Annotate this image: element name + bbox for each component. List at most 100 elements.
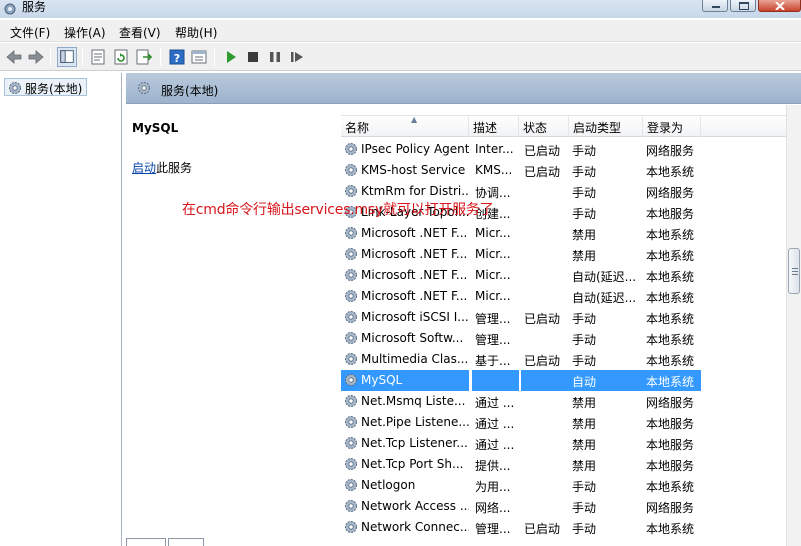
column-header-logon-as[interactable]: 登录为 (643, 116, 701, 137)
column-label: 名称 (345, 121, 370, 135)
menu-action[interactable]: 操作(A) (64, 24, 106, 41)
window-title: 服务 (22, 0, 47, 14)
service-status (521, 265, 571, 286)
minimize-button[interactable] (702, 0, 728, 12)
menu-view[interactable]: 查看(V) (119, 24, 161, 41)
menu-file[interactable]: 文件(F) (10, 24, 50, 41)
refresh-icon[interactable] (111, 47, 131, 67)
service-logon-as: 网络服务 (646, 396, 695, 410)
maximize-button[interactable] (730, 0, 756, 12)
service-row[interactable]: Net.Pipe Listene... 通过 ... 禁用 本地服务 (341, 412, 786, 433)
service-name: Network Connec... (361, 520, 469, 534)
service-row[interactable]: Net.Tcp Listener... 通过 ... 禁用 本地服务 (341, 433, 786, 454)
service-name-cell: Multimedia Clas... (341, 349, 469, 370)
close-button[interactable] (758, 0, 801, 12)
service-gear-icon (343, 141, 359, 160)
service-status (521, 328, 571, 349)
service-startup-type: 自动(延迟... (572, 291, 637, 305)
service-description: 提供... (475, 459, 511, 473)
service-row[interactable]: Microsoft .NET F... Micr... 自动(延迟... 本地系统 (341, 286, 786, 307)
back-icon[interactable] (4, 47, 24, 67)
service-startup-type: 手动 (572, 480, 597, 494)
service-description: KMS... (475, 163, 513, 177)
scrollbar-grip (792, 271, 798, 272)
column-label: 启动类型 (573, 121, 622, 135)
service-gear-icon (343, 267, 359, 286)
column-header-description[interactable]: 描述 (469, 116, 519, 137)
service-row[interactable]: Net.Msmq Liste... 通过 ... 禁用 网络服务 (341, 391, 786, 412)
service-row[interactable]: Netlogon 为用... 手动 本地系统 (341, 475, 786, 496)
service-name-cell: Microsoft .NET F... (341, 244, 469, 265)
service-gear-icon (343, 456, 359, 475)
service-row[interactable]: Microsoft Softw... 管理... 手动 本地系统 (341, 328, 786, 349)
service-status (521, 181, 571, 202)
service-description: Micr... (475, 226, 511, 240)
service-row[interactable]: Multimedia Clas... 基于... 已启动 手动 本地系统 (341, 349, 786, 370)
service-description-panel: MySQL 启动此服务 (126, 105, 331, 546)
service-description: 通过 ... (475, 396, 515, 410)
properties-icon[interactable] (88, 47, 108, 67)
service-name-cell: IPsec Policy Agent (341, 139, 469, 160)
service-gear-icon (343, 393, 359, 412)
service-gear-icon (343, 519, 359, 538)
service-name: Microsoft Softw... (361, 331, 464, 345)
service-row[interactable]: Network Connec... 管理... 已启动 手动 本地系统 (341, 517, 786, 538)
view-icon[interactable] (189, 47, 209, 67)
column-header-startup-type[interactable]: 启动类型 (569, 116, 643, 137)
tab-standard[interactable] (168, 538, 204, 546)
stop-service-icon[interactable] (243, 47, 263, 67)
service-row[interactable]: MySQL 自动 本地系统 (341, 370, 786, 391)
service-status (521, 412, 571, 433)
restart-service-icon[interactable] (287, 47, 307, 67)
service-description: Micr... (475, 247, 511, 261)
tab-extended[interactable] (126, 538, 166, 546)
tree-item-services-local[interactable]: 服务(本地) (4, 78, 88, 96)
help-icon[interactable]: ? (167, 47, 187, 67)
service-startup-type: 手动 (572, 522, 597, 536)
service-gear-icon (343, 435, 359, 454)
service-startup-type: 禁用 (572, 228, 597, 242)
service-row[interactable]: Microsoft .NET F... Micr... 禁用 本地系统 (341, 223, 786, 244)
service-row[interactable]: KMS-host Service KMS... 已启动 手动 本地系统 (341, 160, 786, 181)
column-header-status[interactable]: 状态 (519, 116, 569, 137)
service-status: 已启动 (524, 522, 561, 536)
service-startup-type: 手动 (572, 207, 597, 221)
forward-icon[interactable] (26, 47, 46, 67)
service-name: KtmRm for Distri... (361, 184, 469, 198)
service-name-cell: Netlogon (341, 475, 469, 496)
service-name: Microsoft .NET F... (361, 226, 468, 240)
service-logon-as: 本地系统 (646, 291, 695, 305)
service-row[interactable]: Microsoft .NET F... Micr... 自动(延迟... 本地系统 (341, 265, 786, 286)
service-description: Micr... (475, 289, 511, 303)
column-header-name[interactable]: ▲ 名称 (341, 115, 469, 137)
gear-icon (9, 82, 21, 94)
start-service-suffix: 此服务 (156, 161, 193, 175)
service-logon-as: 本地服务 (646, 417, 695, 431)
start-service-link[interactable]: 启动 (132, 161, 156, 175)
menu-help[interactable]: 帮助(H) (175, 24, 217, 41)
service-description: 通过 ... (475, 417, 515, 431)
pause-service-icon[interactable] (265, 47, 285, 67)
toolbar-separator (82, 48, 83, 66)
service-description: 通过 ... (475, 438, 515, 452)
service-startup-type: 手动 (572, 501, 597, 515)
start-service-icon[interactable] (221, 47, 241, 67)
service-row[interactable]: Net.Tcp Port Sh... 提供... 禁用 本地服务 (341, 454, 786, 475)
service-status (521, 244, 571, 265)
service-startup-type: 禁用 (572, 396, 597, 410)
service-gear-icon (343, 162, 359, 181)
service-name-cell: Microsoft .NET F... (341, 286, 469, 307)
menu-bar: 文件(F) 操作(A) 查看(V) 帮助(H) (0, 20, 801, 42)
service-name: Microsoft .NET F... (361, 247, 468, 261)
show-tree-icon[interactable] (57, 47, 77, 67)
export-list-icon[interactable] (134, 47, 154, 67)
service-row[interactable]: IPsec Policy Agent Inter... 已启动 手动 网络服务 (341, 139, 786, 160)
service-row[interactable]: Network Access ... 网络... 手动 网络服务 (341, 496, 786, 517)
service-row[interactable]: Microsoft .NET F... Micr... 禁用 本地系统 (341, 244, 786, 265)
scrollbar-thumb[interactable] (788, 248, 800, 294)
service-row[interactable]: Microsoft iSCSI I... 管理... 已启动 手动 本地系统 (341, 307, 786, 328)
service-gear-icon (343, 288, 359, 307)
service-status (521, 454, 571, 475)
vertical-scrollbar[interactable] (786, 105, 801, 546)
tree-item-label: 服务(本地) (25, 82, 83, 96)
